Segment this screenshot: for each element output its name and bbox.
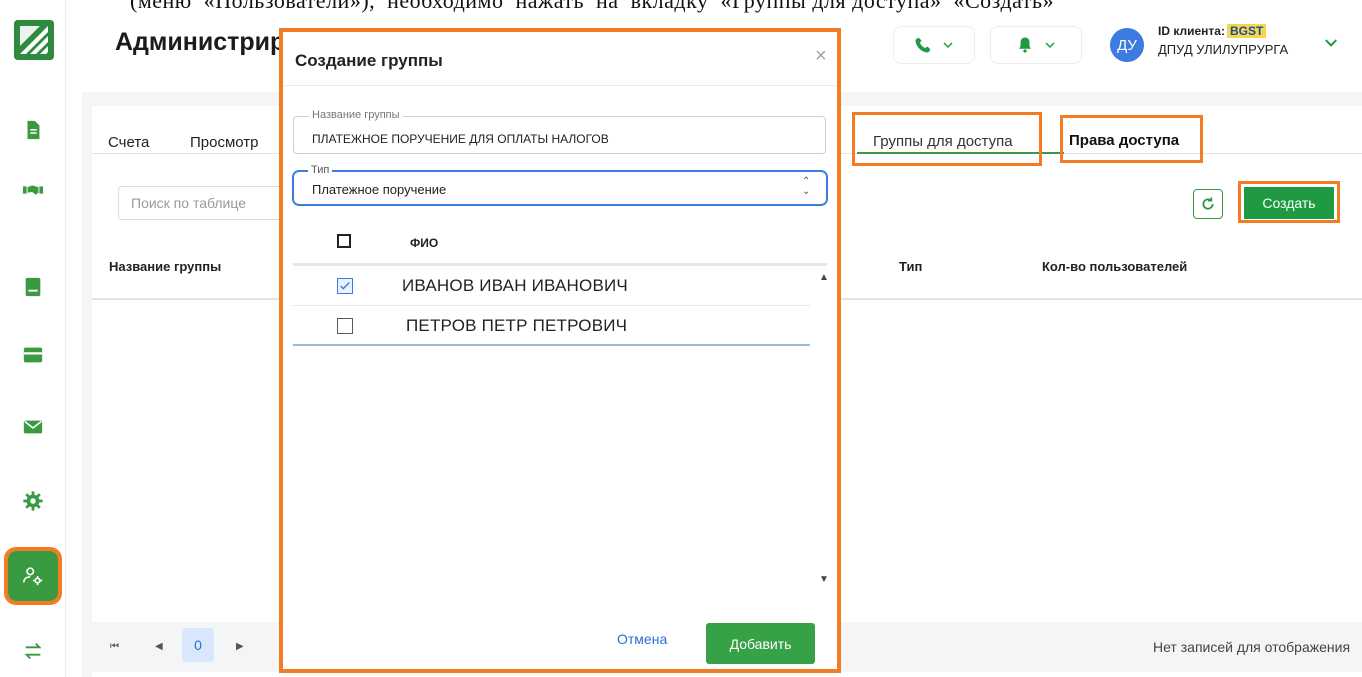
instruction-text-fragment: (меню «Пользователи»), необходимо нажать… [130, 0, 1054, 13]
mail-icon[interactable] [8, 402, 58, 452]
sidebar [0, 0, 66, 677]
client-id-label: ID клиента: BGST [1158, 24, 1267, 38]
card-icon[interactable] [8, 330, 58, 380]
column-header-users[interactable]: Кол-во пользователей [1042, 259, 1187, 274]
phone-icon [915, 37, 931, 53]
column-header-name[interactable]: Название группы [109, 259, 221, 274]
bell-icon [1019, 37, 1031, 53]
dialog-divider [283, 85, 837, 86]
refresh-icon [1202, 197, 1214, 210]
logo[interactable] [14, 20, 54, 60]
group-name-label: Название группы [309, 109, 403, 121]
list-item[interactable]: ИВАНОВ ИВАН ИВАНОВИЧ [293, 266, 810, 306]
list-item[interactable]: ПЕТРОВ ПЕТР ПЕТРОВИЧ [293, 306, 810, 346]
user-name: ИВАНОВ ИВАН ИВАНОВИЧ [402, 276, 628, 295]
users-list: ИВАНОВ ИВАН ИВАНОВИЧ ПЕТРОВ ПЕТР ПЕТРОВИ… [293, 263, 829, 593]
admin-icon[interactable] [4, 547, 62, 605]
type-label: Тип [308, 164, 333, 176]
highlight-frame [1238, 181, 1340, 223]
transfer-icon[interactable] [8, 626, 58, 676]
handshake-icon[interactable] [8, 165, 58, 215]
client-name: ДПУД УЛИЛУПРУРГА [1158, 42, 1289, 57]
fio-column-header: ФИО [410, 236, 439, 250]
close-icon[interactable]: × [815, 45, 827, 68]
book-icon[interactable] [8, 262, 58, 312]
dialog-title: Создание группы [295, 51, 443, 70]
tab-view[interactable]: Просмотр [190, 134, 259, 151]
refresh-button[interactable] [1193, 189, 1223, 219]
type-value: Платежное поручение [312, 182, 447, 197]
add-button[interactable]: Добавить [706, 623, 815, 664]
user-name: ПЕТРОВ ПЕТР ПЕТРОВИЧ [406, 316, 628, 335]
phone-menu-button[interactable] [893, 26, 975, 64]
avatar[interactable]: ДУ [1110, 28, 1144, 62]
client-id-caption: ID клиента: [1158, 24, 1225, 38]
client-id-badge: BGST [1226, 24, 1267, 38]
group-name-value: ПЛАТЕЖНОЕ ПОРУЧЕНИЕ ДЛЯ ОПЛАТЫ НАЛОГОВ [312, 132, 609, 146]
row-checkbox[interactable] [337, 318, 353, 334]
row-checkbox[interactable] [337, 278, 353, 294]
first-page-icon[interactable]: ⏮ [110, 641, 119, 652]
tab-accounts[interactable]: Счета [108, 134, 149, 151]
chevron-down-icon[interactable] [1324, 38, 1338, 48]
highlight-frame [1060, 115, 1203, 163]
highlight-frame [852, 112, 1042, 166]
prev-page-icon[interactable]: ◀ [155, 641, 163, 652]
scroll-up-icon[interactable]: ▲ [819, 272, 829, 283]
create-group-dialog: Создание группы × Название группы ПЛАТЕЖ… [279, 28, 841, 673]
group-name-field[interactable]: Название группы ПЛАТЕЖНОЕ ПОРУЧЕНИЕ ДЛЯ … [293, 109, 826, 154]
cancel-button[interactable]: Отмена [617, 631, 667, 647]
checkmark-icon [340, 282, 350, 290]
scroll-down-icon[interactable]: ▼ [819, 574, 829, 585]
current-page[interactable]: 0 [182, 628, 214, 662]
select-all-checkbox[interactable] [337, 234, 351, 248]
chevron-down-icon [943, 42, 953, 49]
gear-icon[interactable] [8, 476, 58, 526]
column-header-type[interactable]: Тип [899, 259, 922, 274]
document-icon[interactable] [8, 105, 58, 155]
chevron-down-icon [1045, 42, 1055, 49]
notifications-button[interactable] [990, 26, 1082, 64]
next-page-icon[interactable]: ▶ [236, 641, 244, 652]
select-arrows-icon: ⌃ ⌄ [802, 176, 811, 197]
empty-message: Нет записей для отображения [1153, 639, 1351, 655]
type-select[interactable]: Тип Платежное поручение ⌃ ⌄ [293, 164, 827, 205]
